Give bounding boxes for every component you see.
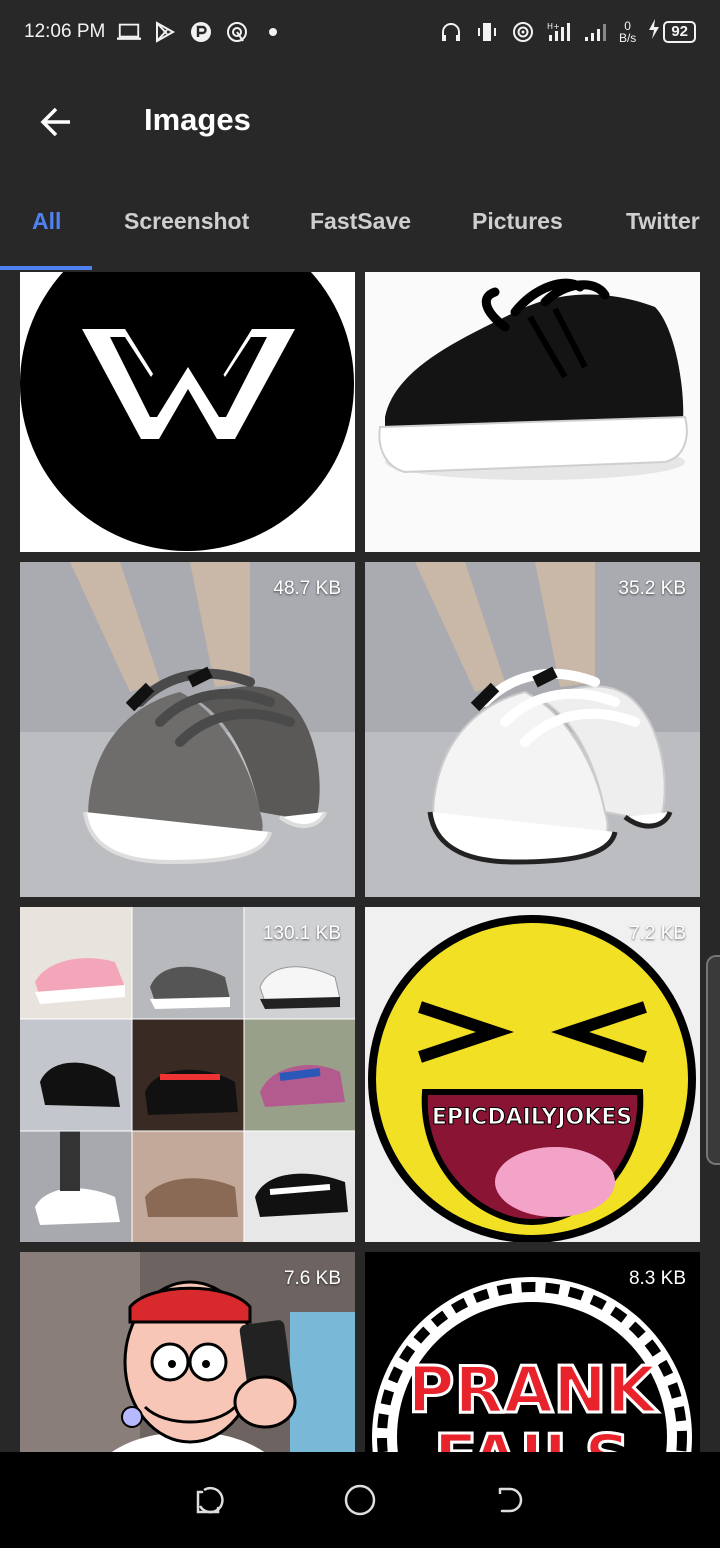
fast-scroll-handle[interactable] [706,955,720,1165]
back-nav-button[interactable] [490,1480,530,1520]
laughing-emoji-image: EPICDAILYJOKES [365,907,700,1242]
emoji-caption: EPICDAILYJOKES [432,1105,632,1130]
vibrate-icon [475,20,499,44]
tab-screenshot[interactable]: Screenshot [124,208,249,235]
image-tile[interactable]: PRANK FAILS 8.3 KB [365,1252,700,1452]
home-button[interactable] [340,1480,380,1520]
tab-indicator [0,266,92,270]
back-button[interactable] [32,98,80,146]
net-speed-unit: B/s [618,31,637,45]
tab-pictures[interactable]: Pictures [472,208,563,235]
battery-indicator: 92 [648,19,696,45]
file-size-label: 8.3 KB [628,1268,686,1289]
image-grid: 48.7 KB 35.2 KB 130.1 KB EPICDAILYJOKES … [20,272,700,1452]
status-right: H+ 0 B/s 92 [439,19,696,45]
recents-button[interactable] [190,1480,230,1520]
file-size-label: 35.2 KB [618,578,686,599]
net-speed: 0 B/s [619,20,636,44]
image-tile[interactable]: 7.6 KB [20,1252,355,1452]
w-logo-image [20,272,354,551]
laptop-icon [117,20,142,44]
dot-icon [261,20,285,44]
sneaker-collage-image [20,907,355,1242]
image-tile[interactable]: 130.1 KB [20,907,355,1242]
black-sneaker-image [365,272,700,552]
recents-icon [196,1486,224,1514]
grey-sneakers-image [20,562,355,897]
svg-text:H+: H+ [547,22,560,31]
page-title: Images [144,102,251,137]
image-tile[interactable]: 35.2 KB [365,562,700,897]
file-size-label: 7.2 KB [628,923,686,944]
home-icon [344,1484,376,1516]
image-tile[interactable] [20,272,355,552]
p-app-icon [189,20,213,44]
signal2-icon [583,20,607,44]
image-tile[interactable]: EPICDAILYJOKES 7.2 KB [365,907,700,1242]
charging-icon [648,19,660,45]
image-tile[interactable] [365,272,700,552]
status-left: 12:06 PM [24,20,285,44]
image-tile[interactable]: 48.7 KB [20,562,355,897]
headphones-icon [439,20,463,44]
arrow-left-icon [40,107,70,137]
category-tabs: All Screenshot FastSave Pictures Twitter [0,176,720,272]
clock: 12:06 PM [24,21,106,42]
app-toolbar: Images [0,64,720,176]
tab-fastsave[interactable]: FastSave [310,208,411,235]
status-bar: 12:06 PM H+ 0 B/s 92 [0,0,720,64]
file-size-label: 48.7 KB [273,578,341,599]
prank-caption-line2: FAILS [434,1422,631,1452]
back-nav-icon [498,1487,523,1513]
white-sneakers-image [365,562,700,897]
play-store-icon [153,20,177,44]
tab-all[interactable]: All [32,208,61,235]
file-size-label: 130.1 KB [262,923,341,944]
battery-level: 92 [663,21,696,43]
file-size-label: 7.6 KB [283,1268,341,1289]
signal-icon: H+ [547,20,571,44]
tab-twitter[interactable]: Twitter [626,208,700,235]
radar-icon [225,20,249,44]
system-nav-bar [0,1452,720,1548]
prank-caption-line1: PRANK [408,1354,659,1428]
hotspot-icon [511,20,535,44]
